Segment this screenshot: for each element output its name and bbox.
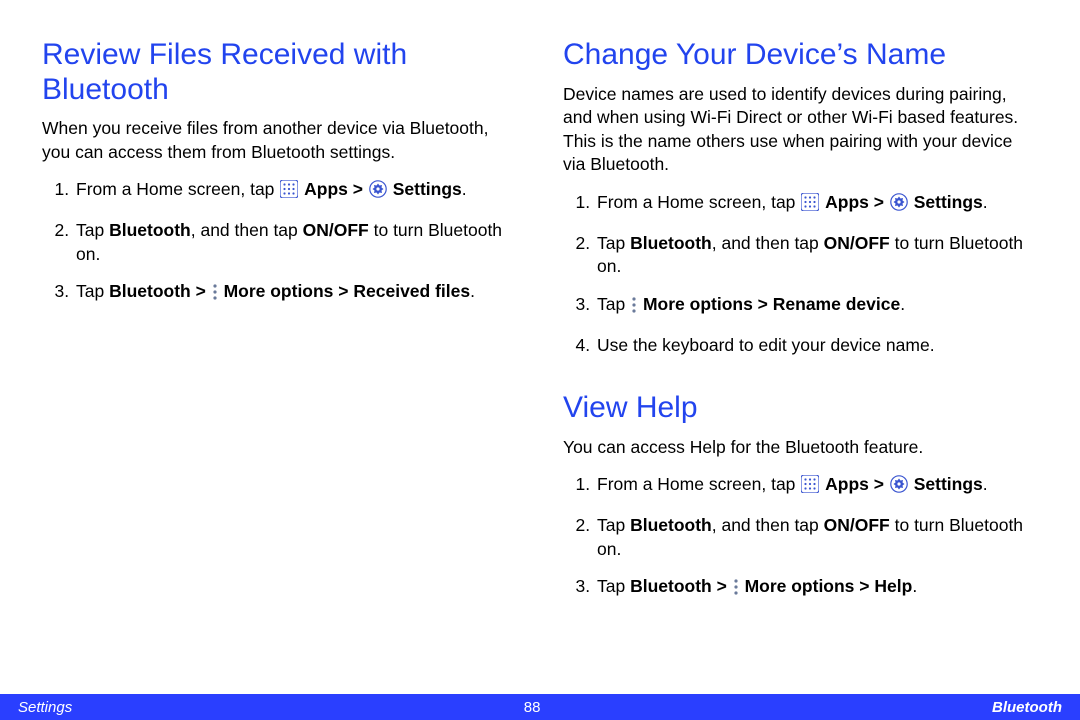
section-view-help: View Help You can access Help for the Bl…	[563, 391, 1038, 602]
step: Tap Bluetooth, and then tap ON/OFF to tu…	[595, 232, 1038, 279]
text-bold: Settings	[393, 179, 462, 199]
text-bold: Apps	[825, 474, 869, 494]
footer-page-number: 88	[72, 699, 992, 716]
text-bold: >	[753, 294, 773, 314]
text-bold: Rename device	[773, 294, 900, 314]
text-bold: Settings	[914, 474, 983, 494]
heading-change-name: Change Your Device’s Name	[563, 38, 1038, 73]
text: .	[900, 294, 905, 314]
step: Use the keyboard to edit your device nam…	[595, 334, 1038, 358]
text-bold: Apps	[304, 179, 348, 199]
text: Tap	[76, 220, 109, 240]
text: , and then tap	[191, 220, 303, 240]
text-bold: Settings	[914, 192, 983, 212]
settings-icon	[369, 180, 387, 205]
text: Use the keyboard to edit your device nam…	[597, 335, 935, 355]
step: From a Home screen, tap Apps > Settings.	[74, 178, 517, 205]
manual-page: Review Files Received with Bluetooth Whe…	[0, 0, 1080, 720]
text: .	[462, 179, 467, 199]
settings-icon	[890, 475, 908, 500]
apps-icon	[801, 193, 819, 218]
steps-change-name: From a Home screen, tap Apps > Settings.…	[563, 191, 1038, 357]
text: .	[470, 281, 475, 301]
step: Tap Bluetooth > More options > Received …	[74, 280, 517, 307]
heading-review-files: Review Files Received with Bluetooth	[42, 38, 517, 107]
step: Tap More options > Rename device.	[595, 293, 1038, 320]
text-bold: ON/OFF	[824, 233, 890, 253]
more-options-icon	[212, 283, 218, 307]
text-bold: Apps	[825, 192, 869, 212]
text: Tap	[597, 576, 630, 596]
text-bold: Received files	[353, 281, 470, 301]
step: Tap Bluetooth > More options > Help.	[595, 575, 1038, 602]
text-bold: >	[348, 179, 368, 199]
text: , and then tap	[712, 515, 824, 535]
footer-topic-label: Bluetooth	[992, 699, 1062, 716]
heading-view-help: View Help	[563, 391, 1038, 426]
intro-change-name: Device names are used to identify device…	[563, 83, 1038, 178]
text-bold: ON/OFF	[824, 515, 890, 535]
text: .	[983, 192, 988, 212]
text: Tap	[76, 281, 109, 301]
apps-icon	[801, 475, 819, 500]
section-change-name: Change Your Device’s Name Device names a…	[563, 38, 1038, 357]
apps-icon	[280, 180, 298, 205]
right-column: Change Your Device’s Name Device names a…	[563, 38, 1038, 636]
text: , and then tap	[712, 233, 824, 253]
text-bold: Bluetooth	[109, 281, 191, 301]
intro-view-help: You can access Help for the Bluetooth fe…	[563, 436, 1038, 460]
text-bold: Bluetooth	[630, 515, 712, 535]
text-bold: >	[869, 192, 889, 212]
text-bold: >	[854, 576, 874, 596]
more-options-icon	[733, 578, 739, 602]
intro-review-files: When you receive files from another devi…	[42, 117, 517, 164]
text: Tap	[597, 294, 630, 314]
step: Tap Bluetooth, and then tap ON/OFF to tu…	[595, 514, 1038, 561]
steps-view-help: From a Home screen, tap Apps > Settings.…	[563, 473, 1038, 602]
text-bold: >	[191, 281, 211, 301]
text-bold: Bluetooth	[109, 220, 191, 240]
text: From a Home screen, tap	[597, 474, 800, 494]
text-bold: Bluetooth	[630, 576, 712, 596]
text-bold: >	[712, 576, 732, 596]
text: From a Home screen, tap	[597, 192, 800, 212]
text-bold: More options	[643, 294, 753, 314]
text-bold: More options	[224, 281, 334, 301]
text: Tap	[597, 233, 630, 253]
text-bold: ON/OFF	[303, 220, 369, 240]
text: .	[912, 576, 917, 596]
text: .	[983, 474, 988, 494]
more-options-icon	[631, 296, 637, 320]
text-bold: >	[333, 281, 353, 301]
text: From a Home screen, tap	[76, 179, 279, 199]
text-bold: Bluetooth	[630, 233, 712, 253]
footer-section-label: Settings	[18, 699, 72, 716]
settings-icon	[890, 193, 908, 218]
step: From a Home screen, tap Apps > Settings.	[595, 191, 1038, 218]
two-column-layout: Review Files Received with Bluetooth Whe…	[42, 38, 1038, 636]
text-bold: More options	[745, 576, 855, 596]
steps-review-files: From a Home screen, tap Apps > Settings.…	[42, 178, 517, 307]
section-review-files: Review Files Received with Bluetooth Whe…	[42, 38, 517, 307]
step: Tap Bluetooth, and then tap ON/OFF to tu…	[74, 219, 517, 266]
step: From a Home screen, tap Apps > Settings.	[595, 473, 1038, 500]
text: Tap	[597, 515, 630, 535]
page-footer: Settings 88 Bluetooth	[0, 694, 1080, 720]
text-bold: >	[869, 474, 889, 494]
text-bold: Help	[874, 576, 912, 596]
left-column: Review Files Received with Bluetooth Whe…	[42, 38, 517, 636]
